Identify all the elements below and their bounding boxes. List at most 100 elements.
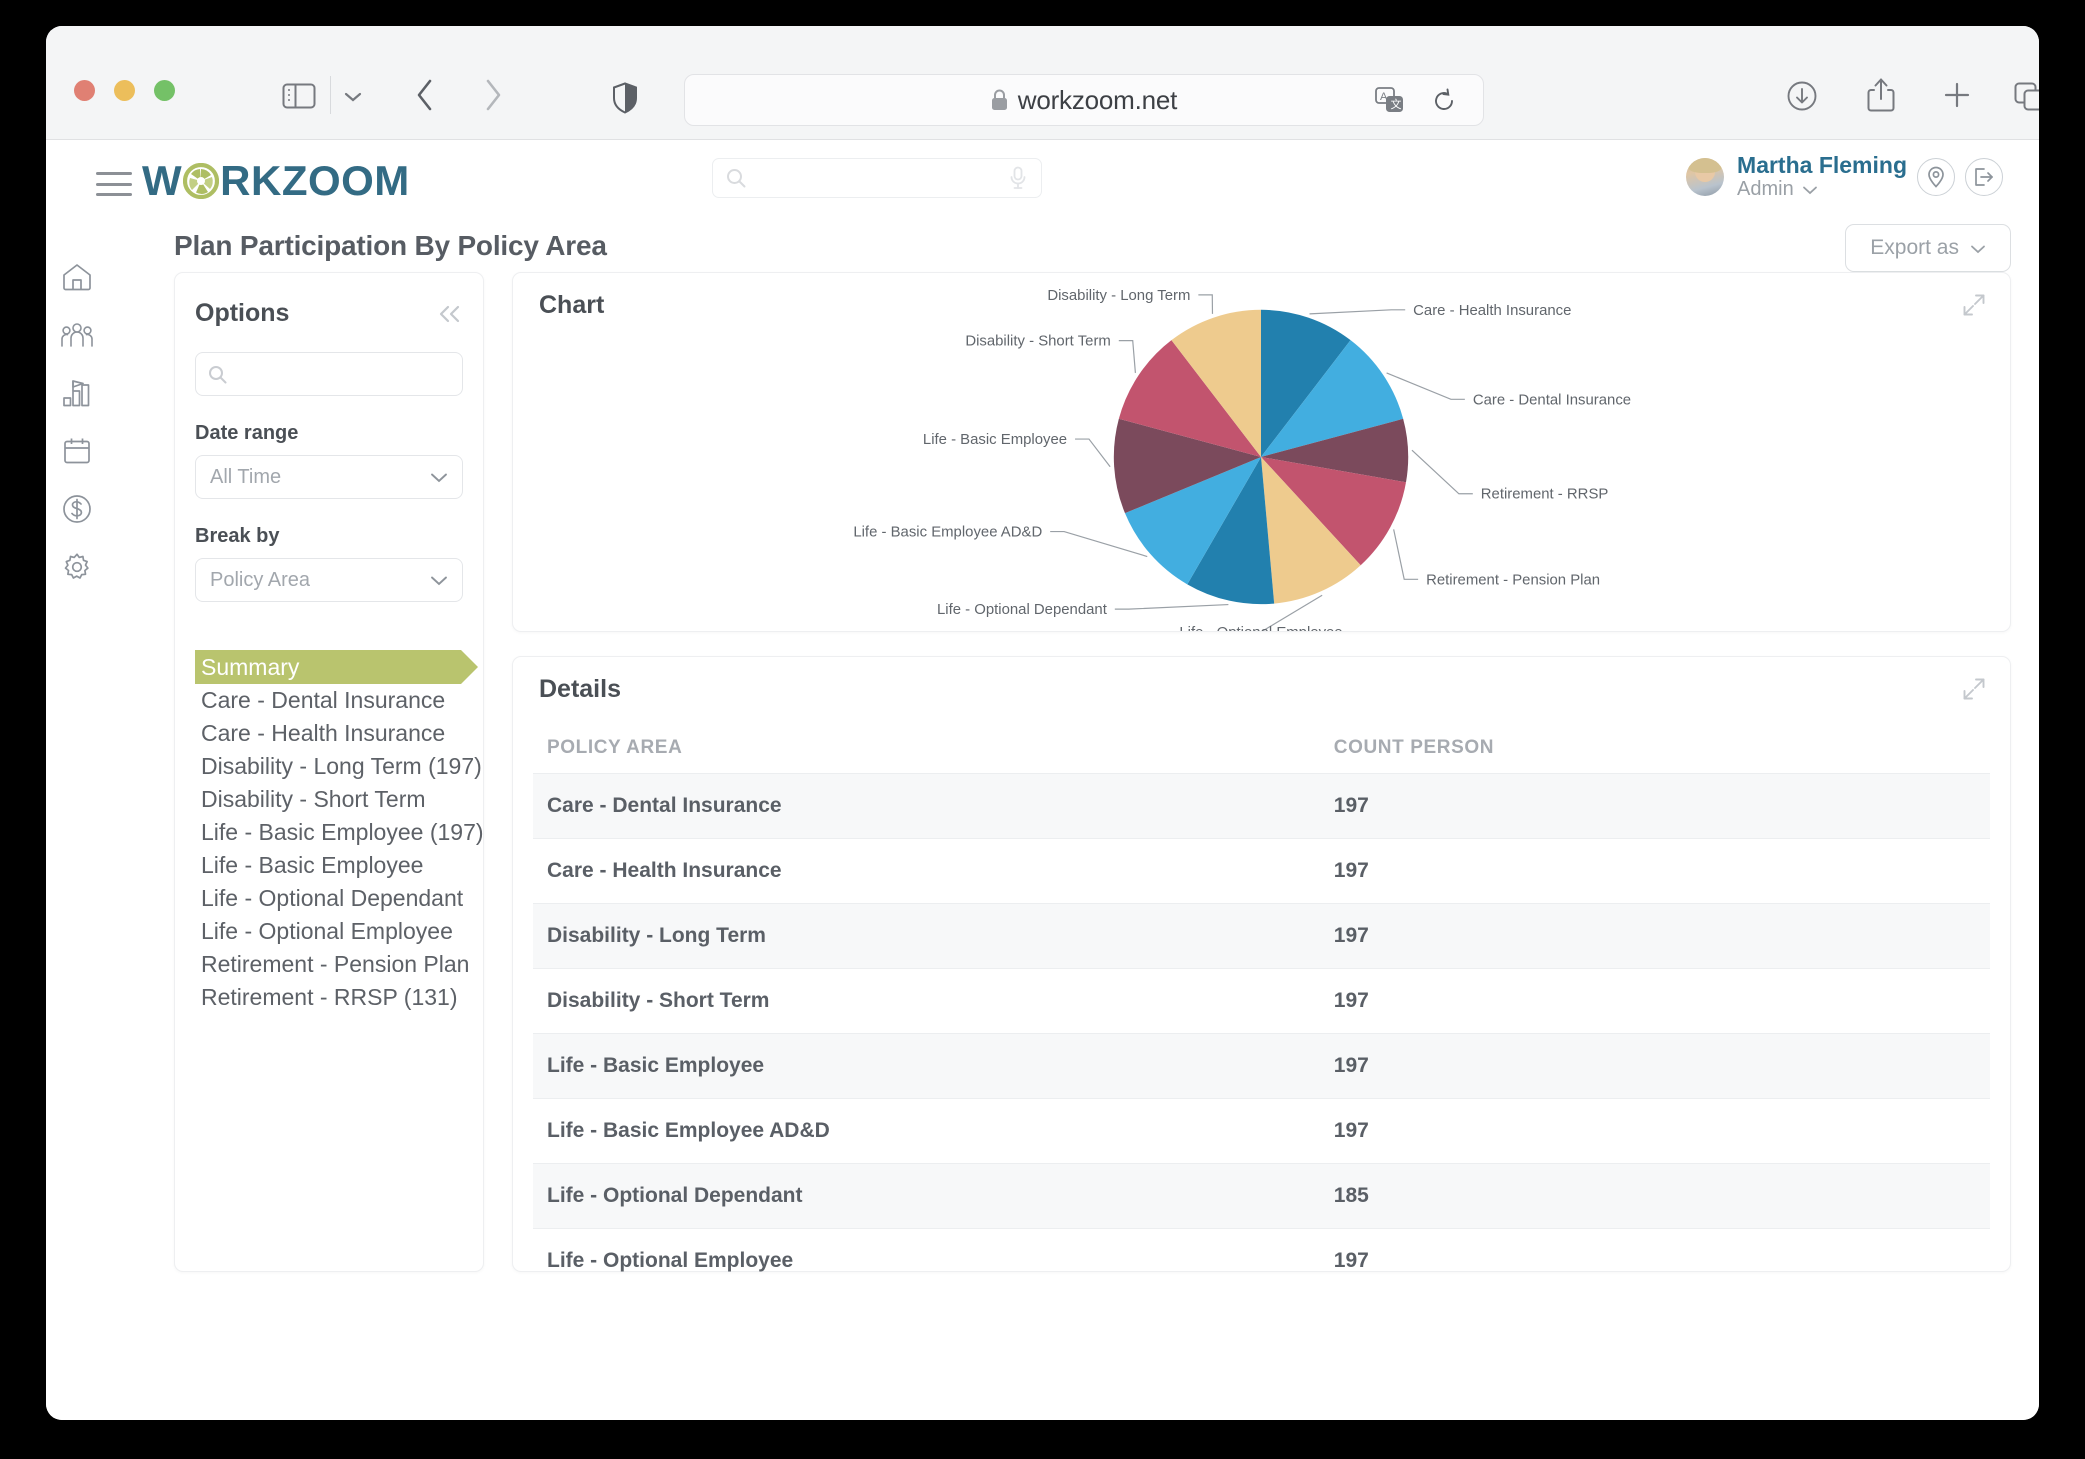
close-window-button[interactable] [74,80,95,101]
user-name: Martha Fleming [1737,152,1907,178]
export-as-button[interactable]: Export as [1845,224,2011,272]
summary-item[interactable]: Care - Dental Insurance [195,684,463,717]
search-icon [208,365,227,384]
options-search-input[interactable] [227,364,475,385]
pie-leader-line [1115,605,1229,610]
date-range-select[interactable]: All Time [195,455,463,499]
sidebar-item-payroll[interactable] [46,480,108,538]
pie-leader-line [1412,450,1473,494]
summary-item[interactable]: Life - Basic Employee (197) [195,816,463,849]
pie-chart: Care - Health InsuranceCare - Dental Ins… [513,273,2010,631]
user-role[interactable]: Admin [1737,178,1907,201]
cell-count-person: 197 [1320,904,1990,969]
sidebar-item-settings[interactable] [46,538,108,596]
sidebar-item-people[interactable] [46,306,108,364]
summary-tab[interactable]: Summary [195,650,461,684]
privacy-shield-icon[interactable] [612,82,638,114]
options-panel: Options Date range All Time [174,272,484,1272]
summary-item[interactable]: Retirement - RRSP (131) [195,981,463,1014]
page-body: Plan Participation By Policy Area Export… [46,224,2039,1420]
chevron-down-icon[interactable] [344,88,362,106]
summary-item[interactable]: Disability - Short Term [195,783,463,816]
avatar [1686,158,1724,196]
break-by-select[interactable]: Policy Area [195,558,463,602]
column-header-policy-area[interactable]: POLICY AREA [533,725,1320,774]
share-icon[interactable] [1866,76,1896,114]
downloads-icon[interactable] [1786,80,1818,112]
pie-slice-label: Care - Dental Insurance [1473,392,1631,408]
minimize-window-button[interactable] [114,80,135,101]
summary-item[interactable]: Care - Health Insurance [195,717,463,750]
tab-overview-icon[interactable] [2014,82,2039,112]
logo-text-left: W [142,160,182,202]
cell-policy-area: Disability - Short Term [533,969,1320,1034]
summary-item[interactable]: Life - Basic Employee [195,849,463,882]
double-chevron-left-icon[interactable] [437,304,463,324]
global-search-input[interactable] [746,168,1009,188]
sidebar-item-home[interactable] [46,248,108,306]
workzoom-logo[interactable]: W RKZOOM [142,160,410,202]
table-row[interactable]: Disability - Short Term197 [533,969,1990,1034]
cell-count-person: 197 [1320,774,1990,839]
summary-list: Summary Care - Dental InsuranceCare - He… [195,650,463,1014]
pie-leader-line [1387,373,1465,399]
table-row[interactable]: Life - Optional Employee197 [533,1229,1990,1294]
toolbar-divider [330,76,331,114]
search-icon [726,168,746,188]
pie-slice-label: Disability - Short Term [965,334,1111,350]
svg-text:文: 文 [1391,97,1402,111]
table-row[interactable]: Disability - Long Term197 [533,904,1990,969]
summary-item[interactable]: Disability - Long Term (197) [195,750,463,783]
sidebar-item-reports[interactable] [46,364,108,422]
cell-count-person: 185 [1320,1164,1990,1229]
pie-slice-label: Retirement - RRSP [1481,487,1609,503]
icon-rail [46,224,108,596]
pie-leader-line [1119,341,1136,373]
options-search[interactable] [195,352,463,396]
date-range-value: All Time [210,466,281,489]
summary-item[interactable]: Retirement - Pension Plan [195,948,463,981]
pie-slice-label: Life - Optional Dependant [937,602,1108,618]
table-row[interactable]: Care - Health Insurance197 [533,839,1990,904]
microphone-icon[interactable] [1009,166,1027,190]
logout-icon[interactable] [1965,158,2003,196]
translate-icon[interactable]: A 文 [1375,87,1405,120]
url-bar[interactable]: workzoom.net A 文 [684,74,1484,126]
pie-leader-line [1075,439,1110,467]
url-text: workzoom.net [1018,85,1177,116]
back-button[interactable] [410,78,440,112]
pie-slice-label: Life - Basic Employee AD&D [853,525,1042,541]
summary-item[interactable]: Life - Optional Dependant [195,882,463,915]
pie-leader-line [1310,310,1406,314]
sidebar-toggle-icon[interactable] [282,82,316,110]
maximize-window-button[interactable] [154,80,175,101]
page-title: Plan Participation By Policy Area [174,230,607,262]
cell-count-person: 197 [1320,1099,1990,1164]
hamburger-menu-icon[interactable] [96,172,132,196]
cell-policy-area: Life - Basic Employee AD&D [533,1099,1320,1164]
expand-icon[interactable] [1962,677,1986,701]
column-header-count-person[interactable]: COUNT PERSON [1320,725,1990,774]
break-by-label: Break by [195,525,463,548]
reload-icon[interactable] [1431,88,1457,119]
table-row[interactable]: Life - Optional Dependant185 [533,1164,1990,1229]
pie-leader-line [1050,532,1147,557]
table-row[interactable]: Life - Basic Employee197 [533,1034,1990,1099]
cell-count-person: 197 [1320,1229,1990,1294]
cell-count-person: 197 [1320,1034,1990,1099]
table-row[interactable]: Life - Basic Employee AD&D197 [533,1099,1990,1164]
global-search[interactable] [712,158,1042,198]
new-tab-icon[interactable] [1942,80,1972,110]
table-row[interactable]: Care - Dental Insurance197 [533,774,1990,839]
location-pin-icon[interactable] [1917,158,1955,196]
sidebar-item-calendar[interactable] [46,422,108,480]
browser-toolbar: workzoom.net A 文 [46,26,2039,140]
user-menu[interactable]: Martha Fleming Admin [1686,152,2003,201]
app-header: W RKZOOM [46,140,2039,224]
options-title: Options [195,299,289,328]
chevron-down-icon [1802,178,1818,201]
forward-button[interactable] [478,78,508,112]
chart-card: Chart Care - Health InsuranceCare - Dent… [512,272,2011,632]
user-info: Martha Fleming Admin [1737,152,1907,201]
summary-item[interactable]: Life - Optional Employee [195,915,463,948]
